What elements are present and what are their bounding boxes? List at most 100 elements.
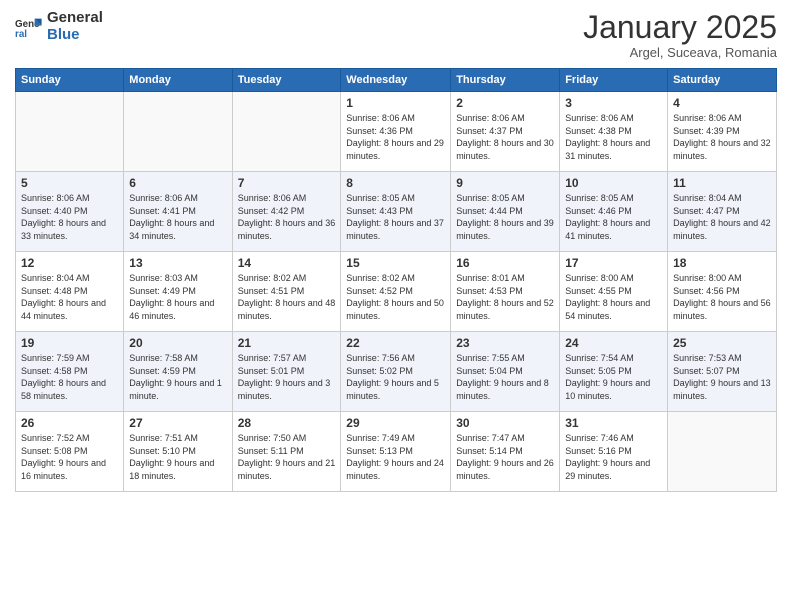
- day-info: Sunrise: 8:00 AM Sunset: 4:56 PM Dayligh…: [673, 272, 771, 322]
- day-info: Sunrise: 8:06 AM Sunset: 4:42 PM Dayligh…: [238, 192, 336, 242]
- svg-text:ral: ral: [15, 28, 27, 39]
- day-number: 24: [565, 336, 662, 350]
- day-number: 18: [673, 256, 771, 270]
- header: Gene ral General Blue January 2025 Argel…: [15, 10, 777, 60]
- calendar-cell: 23 Sunrise: 7:55 AM Sunset: 5:04 PM Dayli…: [451, 332, 560, 412]
- day-number: 21: [238, 336, 336, 350]
- day-info: Sunrise: 7:57 AM Sunset: 5:01 PM Dayligh…: [238, 352, 336, 402]
- header-saturday: Saturday: [668, 69, 777, 92]
- logo-icon: Gene ral: [15, 13, 43, 41]
- day-number: 30: [456, 416, 554, 430]
- day-number: 23: [456, 336, 554, 350]
- calendar-cell: 20Sunrise: 7:58 AM Sunset: 4:59 PM Dayli…: [124, 332, 232, 412]
- calendar-cell: [16, 92, 124, 172]
- calendar-week-row: 26 Sunrise: 7:52 AM Sunset: 5:08 PM Dayli…: [16, 412, 777, 492]
- weekday-header-row: Sunday Monday Tuesday Wednesday Thursday…: [16, 69, 777, 92]
- calendar-cell: 14Sunrise: 8:02 AM Sunset: 4:51 PM Dayli…: [232, 252, 341, 332]
- day-info: Sunrise: 8:02 AM Sunset: 4:51 PM Dayligh…: [238, 272, 336, 322]
- calendar-cell: 21 Sunrise: 7:57 AM Sunset: 5:01 PM Dayli…: [232, 332, 341, 412]
- calendar-cell: 10 Sunrise: 8:05 AM Sunset: 4:46 PM Dayli…: [560, 172, 668, 252]
- calendar-week-row: 19 Sunrise: 7:59 AM Sunset: 4:58 PM Dayli…: [16, 332, 777, 412]
- day-number: 15: [346, 256, 445, 270]
- day-info: Sunrise: 8:03 AM Sunset: 4:49 PM Dayligh…: [129, 272, 226, 322]
- month-title: January 2025: [583, 10, 777, 45]
- day-info: Sunrise: 7:56 AM Sunset: 5:02 PM Dayligh…: [346, 352, 445, 402]
- calendar-cell: 9 Sunrise: 8:05 AM Sunset: 4:44 PM Daylig…: [451, 172, 560, 252]
- day-info: Sunrise: 8:06 AM Sunset: 4:36 PM Dayligh…: [346, 112, 445, 162]
- header-tuesday: Tuesday: [232, 69, 341, 92]
- calendar-cell: 27 Sunrise: 7:51 AM Sunset: 5:10 PM Dayli…: [124, 412, 232, 492]
- calendar-cell: 18 Sunrise: 8:00 AM Sunset: 4:56 PM Dayli…: [668, 252, 777, 332]
- day-number: 1: [346, 96, 445, 110]
- calendar-cell: 17 Sunrise: 8:00 AM Sunset: 4:55 PM Dayli…: [560, 252, 668, 332]
- day-info: Sunrise: 8:01 AM Sunset: 4:53 PM Dayligh…: [456, 272, 554, 322]
- day-number: 3: [565, 96, 662, 110]
- calendar-table: Sunday Monday Tuesday Wednesday Thursday…: [15, 68, 777, 492]
- calendar-page: Gene ral General Blue January 2025 Argel…: [0, 0, 792, 612]
- day-info: Sunrise: 8:05 AM Sunset: 4:44 PM Dayligh…: [456, 192, 554, 242]
- day-number: 6: [129, 176, 226, 190]
- day-info: Sunrise: 8:06 AM Sunset: 4:39 PM Dayligh…: [673, 112, 771, 162]
- calendar-cell: 11Sunrise: 8:04 AM Sunset: 4:47 PM Dayli…: [668, 172, 777, 252]
- day-info: Sunrise: 8:04 AM Sunset: 4:48 PM Dayligh…: [21, 272, 118, 322]
- calendar-cell: 3Sunrise: 8:06 AM Sunset: 4:38 PM Daylig…: [560, 92, 668, 172]
- header-monday: Monday: [124, 69, 232, 92]
- day-number: 20: [129, 336, 226, 350]
- day-number: 17: [565, 256, 662, 270]
- day-info: Sunrise: 7:49 AM Sunset: 5:13 PM Dayligh…: [346, 432, 445, 482]
- day-number: 27: [129, 416, 226, 430]
- day-number: 12: [21, 256, 118, 270]
- calendar-cell: [232, 92, 341, 172]
- day-info: Sunrise: 7:59 AM Sunset: 4:58 PM Dayligh…: [21, 352, 118, 402]
- calendar-cell: 8Sunrise: 8:05 AM Sunset: 4:43 PM Daylig…: [341, 172, 451, 252]
- calendar-cell: 19 Sunrise: 7:59 AM Sunset: 4:58 PM Dayli…: [16, 332, 124, 412]
- day-number: 13: [129, 256, 226, 270]
- calendar-cell: 4 Sunrise: 8:06 AM Sunset: 4:39 PM Daylig…: [668, 92, 777, 172]
- calendar-cell: 28Sunrise: 7:50 AM Sunset: 5:11 PM Dayli…: [232, 412, 341, 492]
- day-info: Sunrise: 8:06 AM Sunset: 4:40 PM Dayligh…: [21, 192, 118, 242]
- day-number: 16: [456, 256, 554, 270]
- calendar-cell: 24Sunrise: 7:54 AM Sunset: 5:05 PM Dayli…: [560, 332, 668, 412]
- calendar-cell: 30 Sunrise: 7:47 AM Sunset: 5:14 PM Dayli…: [451, 412, 560, 492]
- day-info: Sunrise: 7:50 AM Sunset: 5:11 PM Dayligh…: [238, 432, 336, 482]
- day-number: 22: [346, 336, 445, 350]
- calendar-cell: 1 Sunrise: 8:06 AM Sunset: 4:36 PM Daylig…: [341, 92, 451, 172]
- day-info: Sunrise: 7:51 AM Sunset: 5:10 PM Dayligh…: [129, 432, 226, 482]
- day-info: Sunrise: 8:02 AM Sunset: 4:52 PM Dayligh…: [346, 272, 445, 322]
- location-subtitle: Argel, Suceava, Romania: [583, 45, 777, 60]
- calendar-cell: 12 Sunrise: 8:04 AM Sunset: 4:48 PM Dayli…: [16, 252, 124, 332]
- day-number: 9: [456, 176, 554, 190]
- title-block: January 2025 Argel, Suceava, Romania: [583, 10, 777, 60]
- calendar-cell: 22 Sunrise: 7:56 AM Sunset: 5:02 PM Dayli…: [341, 332, 451, 412]
- calendar-cell: [668, 412, 777, 492]
- header-thursday: Thursday: [451, 69, 560, 92]
- header-wednesday: Wednesday: [341, 69, 451, 92]
- day-info: Sunrise: 7:53 AM Sunset: 5:07 PM Dayligh…: [673, 352, 771, 402]
- calendar-cell: 5Sunrise: 8:06 AM Sunset: 4:40 PM Daylig…: [16, 172, 124, 252]
- logo: Gene ral General Blue: [15, 10, 103, 43]
- day-info: Sunrise: 8:06 AM Sunset: 4:37 PM Dayligh…: [456, 112, 554, 162]
- logo-blue: Blue: [47, 26, 80, 43]
- day-info: Sunrise: 8:00 AM Sunset: 4:55 PM Dayligh…: [565, 272, 662, 322]
- calendar-cell: 31Sunrise: 7:46 AM Sunset: 5:16 PM Dayli…: [560, 412, 668, 492]
- day-info: Sunrise: 7:55 AM Sunset: 5:04 PM Dayligh…: [456, 352, 554, 402]
- header-friday: Friday: [560, 69, 668, 92]
- day-number: 10: [565, 176, 662, 190]
- calendar-cell: 16 Sunrise: 8:01 AM Sunset: 4:53 PM Dayli…: [451, 252, 560, 332]
- day-number: 7: [238, 176, 336, 190]
- logo-general: General: [47, 9, 103, 26]
- day-number: 26: [21, 416, 118, 430]
- day-info: Sunrise: 8:04 AM Sunset: 4:47 PM Dayligh…: [673, 192, 771, 242]
- day-number: 19: [21, 336, 118, 350]
- header-sunday: Sunday: [16, 69, 124, 92]
- day-number: 4: [673, 96, 771, 110]
- day-info: Sunrise: 7:52 AM Sunset: 5:08 PM Dayligh…: [21, 432, 118, 482]
- day-info: Sunrise: 7:46 AM Sunset: 5:16 PM Dayligh…: [565, 432, 662, 482]
- calendar-cell: 26 Sunrise: 7:52 AM Sunset: 5:08 PM Dayli…: [16, 412, 124, 492]
- calendar-cell: 7 Sunrise: 8:06 AM Sunset: 4:42 PM Daylig…: [232, 172, 341, 252]
- day-info: Sunrise: 7:47 AM Sunset: 5:14 PM Dayligh…: [456, 432, 554, 482]
- day-info: Sunrise: 8:05 AM Sunset: 4:46 PM Dayligh…: [565, 192, 662, 242]
- calendar-cell: 6Sunrise: 8:06 AM Sunset: 4:41 PM Daylig…: [124, 172, 232, 252]
- calendar-cell: 29Sunrise: 7:49 AM Sunset: 5:13 PM Dayli…: [341, 412, 451, 492]
- calendar-cell: 15 Sunrise: 8:02 AM Sunset: 4:52 PM Dayli…: [341, 252, 451, 332]
